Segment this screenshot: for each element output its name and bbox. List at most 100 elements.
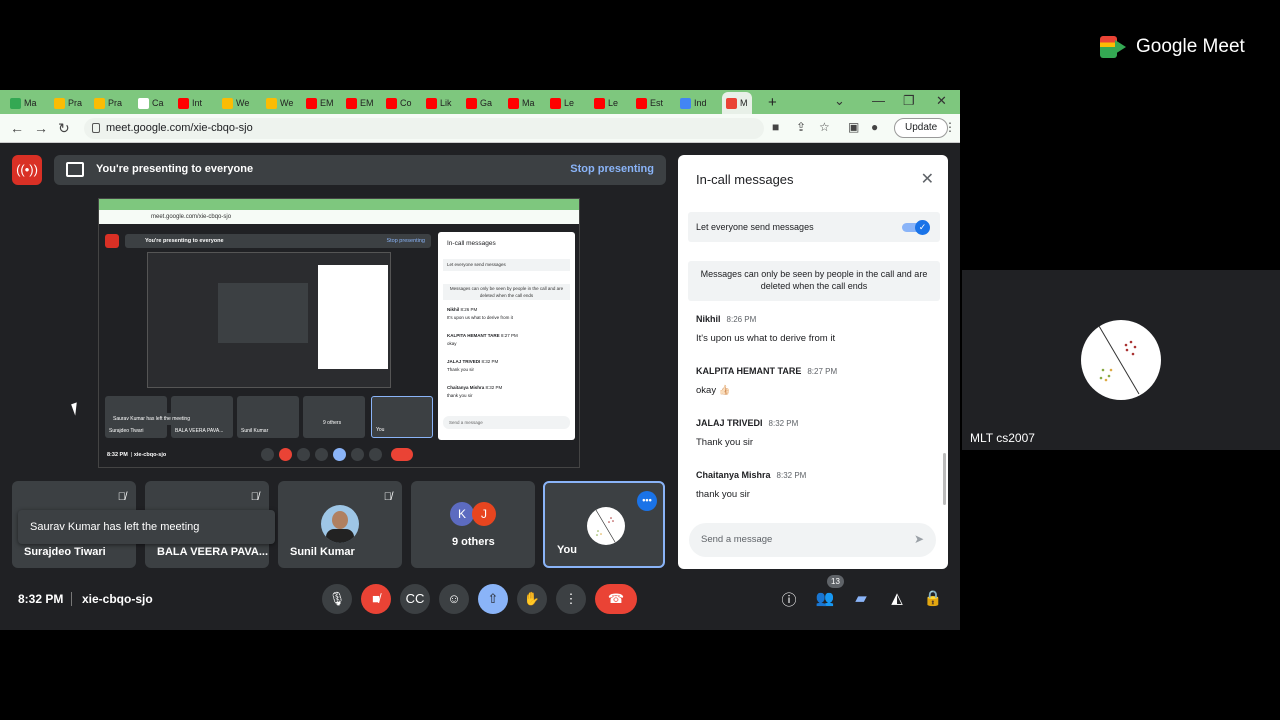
tab-label: Est xyxy=(650,98,664,108)
profile-avatar-icon[interactable]: ● xyxy=(871,120,878,134)
tab-bar: Ma Pra Pra Ca Int We We EM EM Co Lik Ga Ma Le Le Est Ind… xyxy=(0,90,960,114)
chat-icon[interactable]: ▰ xyxy=(851,589,871,607)
mouse-cursor-icon xyxy=(71,402,81,416)
shared-tile: 9 others xyxy=(303,396,365,438)
chat-input[interactable]: Send a message ➤ xyxy=(689,523,936,557)
browser-tab[interactable]: Le xyxy=(594,95,618,111)
send-icon[interactable]: ➤ xyxy=(914,532,924,546)
screen: Google Meet MLT cs2007 Ma Pra Pra Ca Int We We… xyxy=(0,0,1280,720)
stop-presenting-button[interactable]: Stop presenting xyxy=(570,163,654,175)
shared-msg: JALAJ TRIVEDI 8:32 PM Thank you sir xyxy=(447,359,499,372)
meeting-info-icon[interactable]: ⓘ xyxy=(779,589,799,610)
participant-name: You xyxy=(557,544,577,556)
update-button[interactable]: Update xyxy=(894,118,949,138)
reload-icon[interactable]: ↻ xyxy=(58,120,70,137)
tab-search-icon[interactable]: ⌄ xyxy=(834,93,845,109)
tab-favicon-icon xyxy=(266,97,277,109)
participant-name: Surajdeo Tiwari xyxy=(24,546,106,558)
browser-tab[interactable]: Est xyxy=(636,95,663,111)
share-icon[interactable]: ⇪ xyxy=(796,120,806,134)
browser-tab[interactable]: Ind xyxy=(680,95,707,111)
tab-favicon-icon xyxy=(508,97,519,109)
shared-screen-preview: meet.google.com/xie-cbqo-sjo You're pres… xyxy=(98,198,580,468)
participant-name: Sunil Kumar xyxy=(290,546,355,558)
tab-label: We xyxy=(280,98,294,108)
tab-favicon-icon xyxy=(94,97,105,109)
browser-tab[interactable]: Co xyxy=(386,95,412,111)
tab-label: Lik xyxy=(440,98,452,108)
browser-tab[interactable]: Ma xyxy=(10,95,37,111)
browser-tab[interactable]: Ca xyxy=(138,95,164,111)
forward-icon[interactable]: → xyxy=(34,120,48,136)
tab-favicon-icon xyxy=(346,97,357,109)
host-controls-icon[interactable]: 🔒 xyxy=(923,589,943,607)
participant-tile-others[interactable]: K J 9 others xyxy=(411,481,535,568)
camera-off-button[interactable]: ■̸ xyxy=(361,584,391,614)
participant-name: 9 others xyxy=(452,536,495,548)
maximize-button[interactable]: ❐ xyxy=(903,93,915,109)
menu-kebab-icon[interactable]: ⋮ xyxy=(944,120,956,134)
tab-label: Pra xyxy=(68,98,83,108)
shared-stop-label: Stop presenting xyxy=(386,238,425,244)
browser-tab[interactable]: M xyxy=(722,92,752,114)
dots-avatar-icon xyxy=(595,509,616,543)
address-bar[interactable]: meet.google.com/xie-cbqo-sjo xyxy=(84,118,764,139)
back-icon[interactable]: ← xyxy=(10,120,24,136)
bookmark-star-icon[interactable]: ☆ xyxy=(819,120,830,134)
mic-button[interactable]: 🎙 xyxy=(322,584,352,614)
minimize-button[interactable]: — xyxy=(872,93,885,108)
browser-tab[interactable]: Int xyxy=(178,95,202,111)
emoji-button[interactable]: ☺ xyxy=(439,584,469,614)
close-chat-icon[interactable]: ✕ xyxy=(921,169,934,189)
present-button[interactable]: ⇧ xyxy=(478,584,508,614)
leave-call-button[interactable]: ☎ xyxy=(595,584,637,614)
tab-label: Ma xyxy=(24,98,37,108)
more-options-button[interactable]: ••• xyxy=(637,491,657,511)
shared-nested-screen xyxy=(147,252,391,388)
participant-tile[interactable]: 🎙̸ Sunil Kumar xyxy=(278,481,402,568)
browser-tab[interactable]: We xyxy=(222,95,249,111)
browser-tab[interactable]: We xyxy=(266,95,293,111)
shared-ctl-hangup xyxy=(391,448,413,461)
activities-icon[interactable]: ◭ xyxy=(887,589,907,607)
participant-tile-you[interactable]: ••• You xyxy=(543,481,665,568)
meet-content: ((•)) You're presenting to everyone Stop… xyxy=(0,143,960,630)
camera-icon[interactable]: ■ xyxy=(772,120,779,134)
url-text: meet.google.com/xie-cbqo-sjo xyxy=(106,122,253,134)
lock-icon xyxy=(92,123,100,133)
people-icon[interactable]: 👥 xyxy=(815,589,835,607)
browser-tab[interactable]: Ga xyxy=(466,95,492,111)
presenting-banner: You're presenting to everyone Stop prese… xyxy=(54,155,666,185)
browser-tab[interactable]: Ma xyxy=(508,95,535,111)
chat-scrollbar[interactable] xyxy=(943,453,946,505)
left-meeting-toast: Saurav Kumar has left the meeting xyxy=(18,510,275,544)
self-view-name: MLT cs2007 xyxy=(970,431,1035,445)
browser-tab[interactable]: Le xyxy=(550,95,574,111)
tab-favicon-icon xyxy=(178,97,189,109)
shared-ctl-emoji xyxy=(315,448,328,461)
browser-tab[interactable]: Pra xyxy=(54,95,82,111)
send-messages-toggle[interactable]: ✓ xyxy=(902,220,930,235)
browser-tab[interactable]: EM xyxy=(306,95,334,111)
tab-favicon-icon xyxy=(636,97,647,109)
shared-footer: 8:32 PM | xie-cbqo-sjo xyxy=(107,452,167,458)
browser-tab[interactable]: Pra xyxy=(94,95,122,111)
browser-tab[interactable]: EM xyxy=(346,95,374,111)
present-screen-icon xyxy=(66,162,84,177)
shared-toast: Saurav Kumar has left the meeting xyxy=(109,413,231,425)
shared-msg: Nikhil 8:26 PM It's upon us what to deriv… xyxy=(447,307,513,320)
mic-off-icon: 🎙̸ xyxy=(383,491,392,503)
sidebar-icon[interactable]: ▣ xyxy=(848,120,859,134)
new-tab-button[interactable]: + xyxy=(768,94,777,111)
raise-hand-button[interactable]: ✋ xyxy=(517,584,547,614)
browser-tab[interactable]: Lik xyxy=(426,95,452,111)
shared-tile: Sunil Kumar xyxy=(237,396,299,438)
captions-button[interactable]: CC xyxy=(400,584,430,614)
tab-label: Ind xyxy=(694,98,707,108)
shared-url: meet.google.com/xie-cbqo-sjo xyxy=(99,210,579,224)
close-window-button[interactable]: ✕ xyxy=(936,93,947,109)
more-options-icon[interactable]: ⋮ xyxy=(556,584,586,614)
browser-window: Ma Pra Pra Ca Int We We EM EM Co Lik Ga Ma Le Le Est Ind… xyxy=(0,90,960,630)
tab-label: EM xyxy=(360,98,374,108)
chat-message: KALPITA HEMANT TARE 8:27 PM okay 👍🏻 xyxy=(696,366,838,396)
